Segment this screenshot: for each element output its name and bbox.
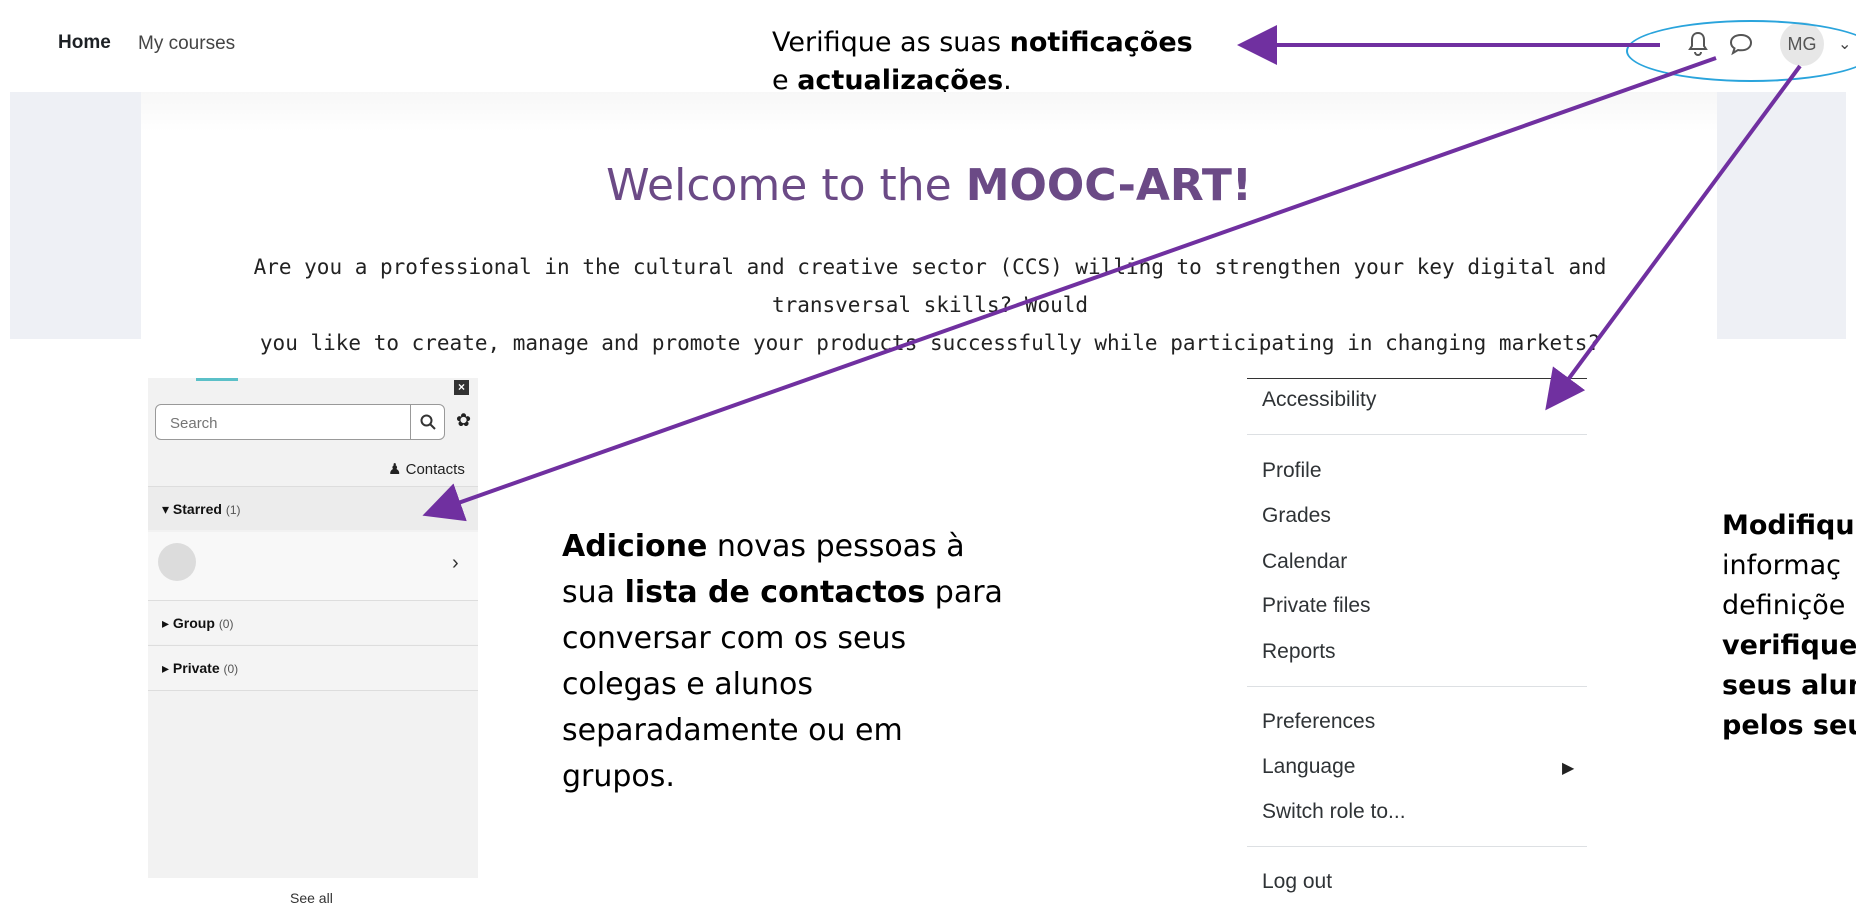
annotation-arrows — [422, 25, 1802, 522]
arrow-to-user-menu — [1545, 64, 1802, 411]
arrow-to-contacts-drawer — [422, 56, 1717, 522]
